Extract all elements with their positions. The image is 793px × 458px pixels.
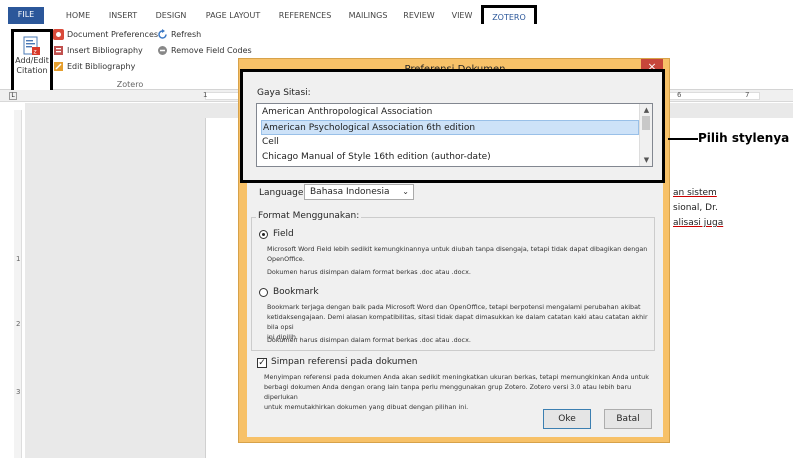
tab-references[interactable]: REFERENCES (278, 8, 332, 24)
tab-view[interactable]: VIEW (450, 8, 474, 24)
add-edit-citation-label: Add/Edit Citation (15, 56, 49, 75)
refresh-button[interactable]: Refresh (157, 28, 201, 42)
edit-bibliography-icon (54, 62, 63, 71)
tab-review[interactable]: REVIEW (402, 8, 436, 24)
bookmark-format-note: Dokumen harus disimpan dalam format berk… (267, 336, 471, 344)
style-list-item[interactable]: Chicago Manual of Style 16th edition (au… (261, 150, 639, 165)
tab-file[interactable]: FILE (8, 7, 44, 24)
zotero-group-label: Zotero (116, 80, 144, 89)
tab-stop-selector[interactable]: L (9, 92, 17, 100)
document-preferences-button[interactable]: Document Preferences (53, 28, 158, 42)
language-value: Bahasa Indonesia (310, 187, 390, 197)
bookmark-radio-label[interactable]: Bookmark (273, 287, 319, 297)
scroll-up-icon[interactable]: ▲ (640, 104, 652, 116)
tab-insert[interactable]: INSERT (107, 8, 139, 24)
vruler-mark: 1 (16, 255, 21, 263)
language-label: Language: (259, 188, 307, 198)
store-references-description: Menyimpan referensi pada dokumen Anda ak… (264, 373, 649, 411)
vruler-mark: 3 (16, 388, 21, 396)
callout-annotation: Pilih stylenya (698, 131, 790, 145)
field-description: Microsoft Word Field lebih sedikit kemun… (267, 245, 648, 263)
store-references-label[interactable]: Simpan referensi pada dokumen (271, 357, 418, 367)
scroll-down-icon[interactable]: ▼ (640, 154, 652, 166)
tab-page-layout[interactable]: PAGE LAYOUT (203, 8, 263, 24)
bookmark-radio[interactable] (259, 288, 268, 297)
style-list-item[interactable]: American Anthropological Association (261, 105, 639, 120)
vertical-ruler (14, 110, 22, 458)
style-list-item[interactable]: Cell (261, 135, 639, 150)
document-text-line: alisasi juga (673, 218, 724, 228)
tab-mailings[interactable]: MAILINGS (346, 8, 390, 24)
insert-bibliography-icon (54, 46, 63, 55)
field-format-note: Dokumen harus disimpan dalam format berk… (267, 268, 471, 276)
style-list-scrollbar[interactable]: ▲ ▼ (639, 104, 652, 166)
cancel-button[interactable]: Batal (604, 409, 652, 429)
remove-field-codes-icon (158, 46, 167, 55)
tab-design[interactable]: DESIGN (154, 8, 188, 24)
refresh-icon (158, 29, 167, 39)
ruler-mark: 7 (745, 91, 750, 99)
document-text-line: an sistem (673, 188, 717, 198)
language-select[interactable]: Bahasa Indonesia ⌄ (304, 184, 414, 200)
field-radio-label[interactable]: Field (273, 229, 294, 239)
remove-field-codes-button[interactable]: Remove Field Codes (157, 44, 252, 58)
document-preferences-icon (53, 29, 64, 40)
svg-text:z: z (34, 49, 37, 56)
document-text-line: sional, Dr. (673, 203, 718, 213)
format-legend: Format Menggunakan: (256, 211, 362, 221)
scroll-thumb[interactable] (642, 116, 650, 130)
store-references-checkbox[interactable]: ✓ (257, 358, 267, 368)
chevron-down-icon: ⌄ (402, 187, 409, 196)
tab-home[interactable]: HOME (63, 8, 93, 24)
callout-arrow-line (668, 138, 698, 140)
edit-bibliography-button[interactable]: Edit Bibliography (53, 60, 135, 74)
ruler-mark: 1 (203, 91, 208, 99)
vruler-mark: 2 (16, 320, 21, 328)
field-radio[interactable] (259, 230, 268, 239)
ruler-mark: 6 (677, 91, 682, 99)
insert-bibliography-button[interactable]: Insert Bibliography (53, 44, 143, 58)
ok-button[interactable]: Oke (543, 409, 591, 429)
citation-icon: z (23, 36, 40, 56)
ribbon-tab-bar: FILE HOME INSERT DESIGN PAGE LAYOUT REFE… (0, 0, 793, 31)
style-list-item-selected[interactable]: American Psychological Association 6th e… (261, 120, 639, 135)
citation-style-label: Gaya Sitasi: (257, 88, 311, 98)
citation-style-list[interactable]: American Anthropological Association Ame… (256, 103, 653, 167)
